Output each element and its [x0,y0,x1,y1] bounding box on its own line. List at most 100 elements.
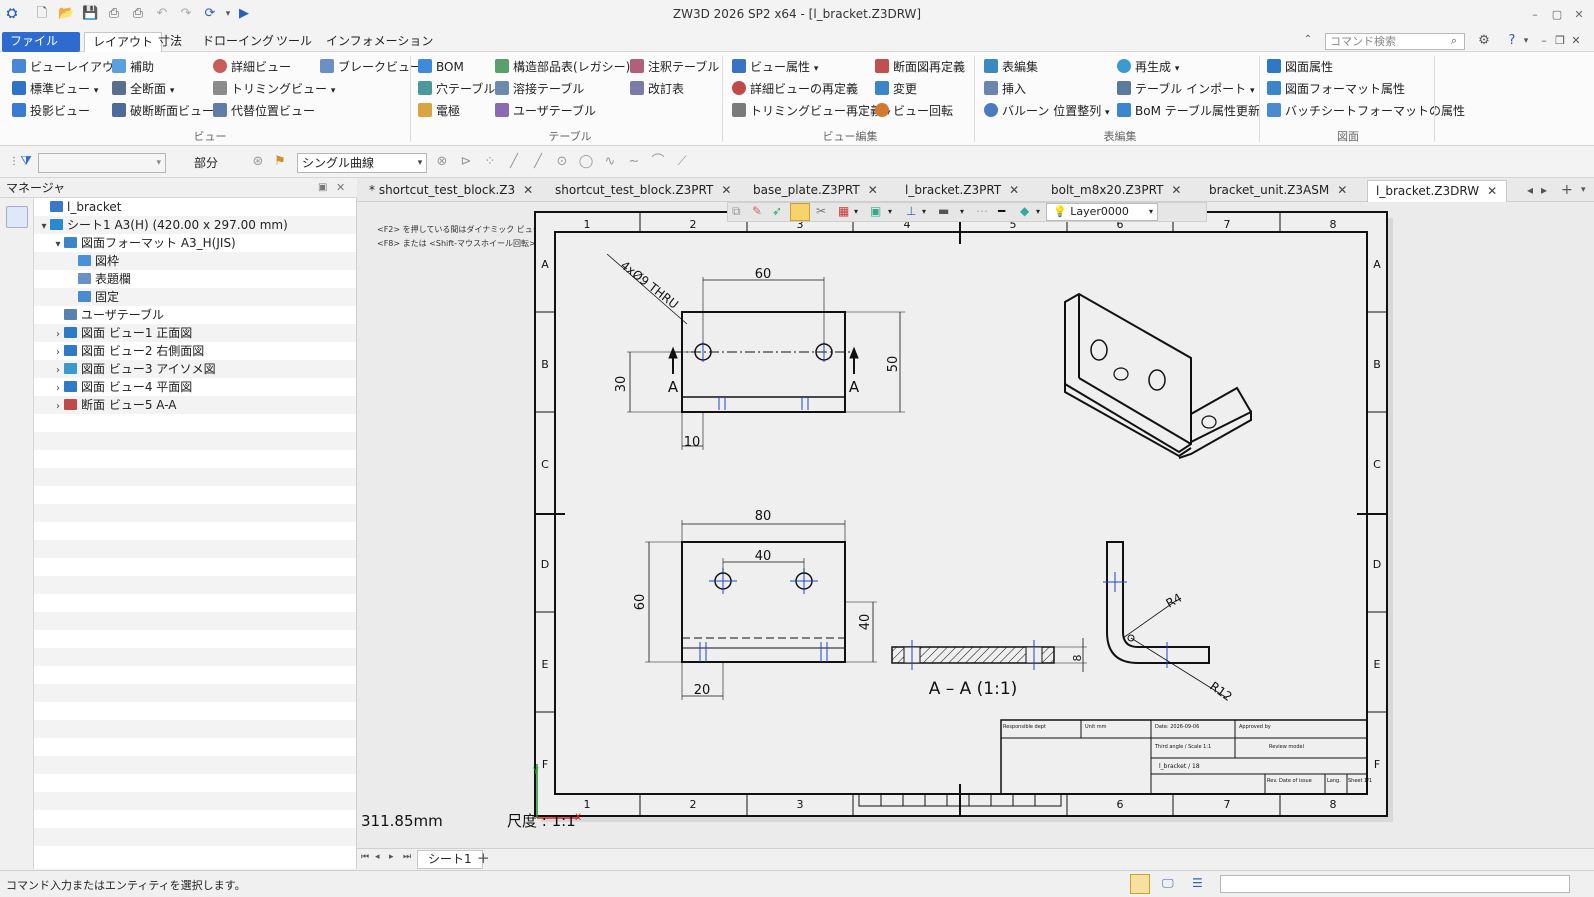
filter-icon[interactable]: ⧩ [18,154,34,170]
drawing-format-attributes-button[interactable]: 図面フォーマット属性 [1267,79,1405,99]
maximize-button[interactable]: ▢ [1550,8,1564,22]
play-snap-icon[interactable]: ⊳ [458,154,474,170]
tree-item[interactable]: › 図面 ビュー1 正面図 [34,324,356,342]
doc-tab-shortcut-test-z3prt[interactable]: shortcut_test_block.Z3PRT ✕ [547,180,731,202]
status-view-icon[interactable] [1130,874,1150,894]
doc-tab-l-bracket-drawing[interactable]: l_bracket.Z3DRW ✕ [1367,180,1507,202]
points-icon[interactable]: ⁘ [482,154,498,170]
tree-item[interactable]: › 断面 ビュー5 A-A [34,396,356,414]
pick-icon[interactable]: ⊛ [250,154,266,170]
modify-button[interactable]: 変更 [875,79,917,99]
tangent-icon[interactable]: ⟋ [674,154,690,170]
tree-item[interactable]: ▾ シート1 A3(H) (420.00 x 297.00 mm) [34,216,356,234]
settings-gear-icon[interactable]: ⚙ [1476,33,1492,49]
dimension-style-icon[interactable]: ⊥ [906,204,916,218]
pick-filter-icon[interactable]: ⚑ [272,154,288,170]
bom-attr-update-button[interactable]: BoM テーブル属性更新 [1117,101,1260,121]
tree-item[interactable]: ユーザテーブル [34,306,356,324]
panel-float-icon[interactable]: ▣ [318,178,327,198]
close-tab-icon[interactable]: ✕ [868,183,878,197]
view-undo-icon[interactable]: ⧉ [732,204,741,219]
trimming-view-button[interactable]: トリミングビュー ▾ [213,79,335,99]
dim-front-width[interactable]: 60 [755,267,772,282]
batch-sheet-format-button[interactable]: バッチシートフォーマットの属性 [1267,101,1465,121]
close-tab-icon[interactable]: ✕ [1171,183,1181,197]
doc-restore-button[interactable]: ❐ [1552,33,1568,49]
doc-tab-bracket-unit[interactable]: bracket_unit.Z3ASM ✕ [1201,180,1347,202]
arc-icon[interactable]: ⌒ [650,154,666,170]
pencil-icon[interactable]: ✎ [752,204,762,218]
search-icon[interactable]: ⌕ [1446,33,1462,49]
redefine-section-button[interactable]: 断面図再定義 [875,57,965,77]
dim-top-width[interactable]: 80 [755,509,772,524]
annotation-table-button[interactable]: 注釈テーブル [630,57,719,77]
tree-item[interactable]: 表題欄 [34,270,356,288]
view-attributes-button[interactable]: ビュー属性 ▾ [732,57,818,77]
ribbon-collapse-icon[interactable]: ⌃ [1300,32,1316,48]
doc-tab-l-bracket-part[interactable]: l_bracket.Z3PRT ✕ [897,180,1019,202]
electrode-button[interactable]: 電極 [418,101,460,121]
spline-icon[interactable]: ∿ [602,154,618,170]
chevron-down-icon[interactable]: ▾ [960,207,964,216]
display-mode-icon[interactable]: ▣ [870,204,881,218]
doc-tab-bolt[interactable]: bolt_m8x20.Z3PRT ✕ [1043,180,1181,202]
snap-icon[interactable]: ⊗ [434,154,450,170]
user-table-button[interactable]: ユーザテーブル [495,101,596,121]
dim-section-thickness[interactable]: 8 [1071,655,1084,662]
drawing-canvas[interactable]: <F2> を押している間はダイナミック ビューモードになります。 <F8> また… [357,202,1594,848]
alternate-position-view-button[interactable]: 代替位置ビュー [213,101,315,121]
weld-table-button[interactable]: 溶接テーブル [495,79,584,99]
chevron-down-icon[interactable]: ▾ [1036,207,1040,216]
slash-icon[interactable]: ╱ [530,154,546,170]
dim-front-offset[interactable]: 10 [684,435,701,450]
tab-information[interactable]: インフォメーション [318,32,441,52]
command-input-field[interactable] [1220,875,1570,893]
tree-item[interactable]: ▾ 図面フォーマット A3_H(JIS) [34,234,356,252]
legacy-bom-button[interactable]: 構造部品表(レガシー) [495,57,630,77]
history-manager-icon[interactable] [6,206,28,228]
rotate-view-button[interactable]: ビュー回転 [875,101,953,121]
tree-item[interactable]: › 図面 ビュー2 右側面図 [34,342,356,360]
dim-top-offset[interactable]: 20 [694,683,711,698]
circle-icon[interactable]: ◯ [578,154,594,170]
select-mode-icon[interactable] [790,203,810,221]
tab-dimension[interactable]: 寸法 [150,32,190,52]
tree-item[interactable]: l_bracket [34,198,356,216]
lineweight-icon[interactable]: ━ [998,204,1005,218]
doc-tab-base-plate[interactable]: base_plate.Z3PRT ✕ [745,180,878,202]
regenerate-table-button[interactable]: 再生成 ▾ [1117,57,1179,77]
close-tab-icon[interactable]: ✕ [1009,183,1019,197]
doc-minimize-button[interactable]: – [1536,33,1552,49]
close-tab-icon[interactable]: ✕ [721,183,731,197]
section-mark-right[interactable]: A [849,378,860,396]
chevron-down-icon[interactable]: ▾ [922,207,926,216]
tab-list-dropdown-icon[interactable]: ▾ [1573,180,1586,202]
command-search-input[interactable]: コマンド検索 [1325,33,1465,50]
panel-close-icon[interactable]: ✕ [336,178,345,198]
linestyle-icon[interactable]: ⋯ [976,204,988,218]
tab-scroll-right-icon[interactable]: ▸ [1533,180,1547,202]
projection-view-button[interactable]: 投影ビュー [12,101,90,121]
sheet-tab-1[interactable]: シート1 [417,850,483,869]
dim-top-hole-spacing[interactable]: 40 [755,549,772,564]
close-tab-icon[interactable]: ✕ [1337,183,1347,197]
broken-section-view-button[interactable]: 破断断面ビュー [112,101,214,121]
full-section-button[interactable]: 全断面 ▾ [112,79,174,99]
insert-button[interactable]: 挿入 [984,79,1026,99]
first-sheet-icon[interactable]: ⏮ [361,852,369,862]
dim-front-height[interactable]: 30 [614,376,629,393]
center-icon[interactable]: ⊙ [554,154,570,170]
wave-icon[interactable]: ∼ [626,154,642,170]
monitor-icon[interactable]: 🖵 [1162,876,1174,891]
color-icon[interactable]: ▬ [938,204,949,218]
balloon-align-button[interactable]: バルーン 位置整列 ▾ [984,101,1110,121]
tree-item[interactable]: 固定 [34,288,356,306]
detail-view-button[interactable]: 詳細ビュー [213,57,291,77]
bom-button[interactable]: BOM [418,57,464,77]
revision-table-button[interactable]: 改訂表 [630,79,684,99]
chevron-down-icon[interactable]: ▾ [888,207,892,216]
last-sheet-icon[interactable]: ⏭ [403,852,411,862]
grid-icon[interactable]: ▦ [838,204,849,218]
chevron-down-icon[interactable]: ▾ [412,155,428,171]
tree-item[interactable]: 図枠 [34,252,356,270]
